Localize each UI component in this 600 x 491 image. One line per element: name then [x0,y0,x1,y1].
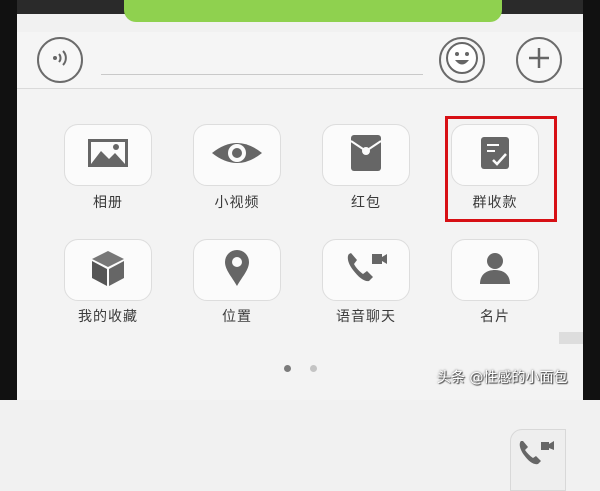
red-packet-label: 红包 [351,195,381,211]
voice-input-icon [48,46,72,74]
album-icon [87,138,129,172]
location-pin-icon [222,248,252,292]
plus-icon [526,45,552,75]
favorites-label: 我的收藏 [78,309,138,325]
red-packet-icon [348,133,384,177]
partial-overlay-corner [559,332,583,344]
video-label: 小视频 [214,195,260,211]
location-tile[interactable] [193,239,281,301]
voice-call-icon [344,250,388,290]
video-tile[interactable] [193,124,281,186]
page-indicator-inactive[interactable] [310,365,317,372]
cube-favorites-icon [88,248,128,292]
album-tile[interactable] [64,124,152,186]
red-packet-tile[interactable] [322,124,410,186]
screen-edge-left [0,0,17,400]
watermark-text: 头条 @性感的小面包 [437,370,568,386]
voice-call-tile[interactable] [322,239,410,301]
chat-input-bar [17,32,583,89]
location-label: 位置 [222,309,252,325]
phone-screen: 相册 小视频 红包 群收款 我的收藏 位置 语音聊天 名片 头条 @性感的小面包 [0,0,600,491]
contact-card-label: 名片 [480,309,510,325]
album-label: 相册 [93,195,123,211]
page-indicator-active[interactable] [284,365,291,372]
message-text-input[interactable] [101,74,423,75]
eye-video-icon [210,138,264,172]
more-options-button[interactable] [516,37,562,83]
emoji-icon [445,41,479,79]
contact-card-tile[interactable] [451,239,539,301]
group-payment-highlight-box [445,116,557,222]
voice-input-button[interactable] [37,37,83,83]
top-accent-bar [124,0,502,22]
emoji-button[interactable] [439,37,485,83]
favorites-tile[interactable] [64,239,152,301]
screen-edge-right [583,0,600,400]
contact-card-icon [478,250,512,290]
voice-call-label: 语音聊天 [336,309,396,325]
partial-voice-call-tile [510,429,566,491]
